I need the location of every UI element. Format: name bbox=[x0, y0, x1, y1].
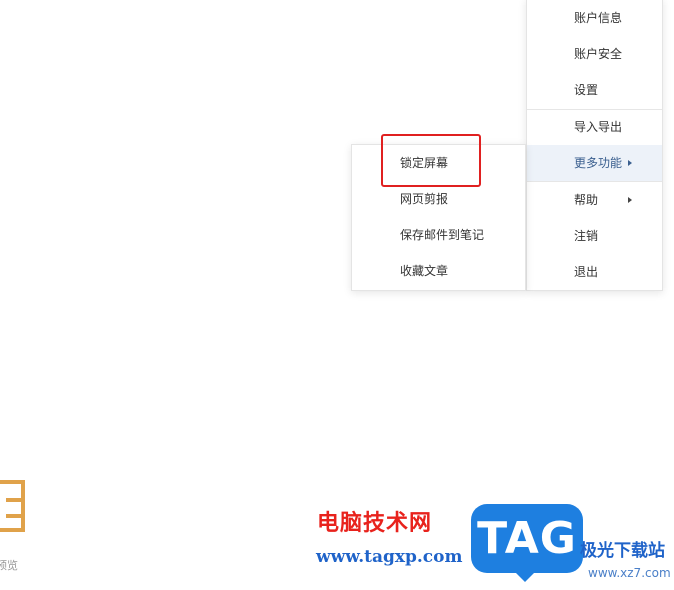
submenu-arrow-icon bbox=[628, 197, 632, 203]
watermark-download-domain: www.xz7.com bbox=[588, 566, 671, 580]
menu-item-label: 注销 bbox=[574, 229, 599, 243]
menu-item-label: 网页剪报 bbox=[400, 192, 449, 206]
menu-item-label: 账户信息 bbox=[574, 11, 623, 25]
menu-item-label: 帮助 bbox=[574, 193, 599, 207]
menu-item-label: 导入导出 bbox=[574, 120, 623, 134]
menu-item-label: 更多功能 bbox=[574, 156, 623, 170]
menu-item-label: 账户安全 bbox=[574, 47, 623, 61]
watermark-url: www.tagxp.com bbox=[316, 547, 463, 567]
menu-item-label: 设置 bbox=[574, 83, 599, 97]
menu-item-label: 保存邮件到笔记 bbox=[400, 228, 485, 242]
menu-item-exit[interactable]: 退出 bbox=[527, 254, 662, 290]
menu-item-more-features[interactable]: 更多功能 bbox=[527, 145, 662, 181]
app-logo-icon bbox=[0, 480, 25, 532]
watermark-tag-logo: TAG bbox=[471, 504, 583, 582]
submenu-item-save-mail-to-note[interactable]: 保存邮件到笔记 bbox=[352, 217, 525, 253]
menu-item-account-security[interactable]: 账户安全 bbox=[527, 36, 662, 72]
menu-item-label: 收藏文章 bbox=[400, 264, 449, 278]
watermark-site-name: 电脑技术网 bbox=[317, 511, 433, 536]
preview-label: 预览 bbox=[0, 559, 18, 572]
account-dropdown-menu: 账户信息 账户安全 设置 导入导出 更多功能 帮助 注销 退出 bbox=[526, 0, 663, 291]
menu-item-label: 退出 bbox=[574, 265, 599, 279]
menu-item-logout[interactable]: 注销 bbox=[527, 218, 662, 254]
submenu-item-favorite-articles[interactable]: 收藏文章 bbox=[352, 253, 525, 289]
menu-item-help[interactable]: 帮助 bbox=[527, 182, 662, 218]
submenu-arrow-icon bbox=[628, 160, 632, 166]
highlight-annotation-box bbox=[381, 134, 481, 187]
menu-item-import-export[interactable]: 导入导出 bbox=[527, 109, 662, 145]
menu-item-settings[interactable]: 设置 bbox=[527, 72, 662, 108]
watermark-download-site: 极光下载站 bbox=[580, 541, 665, 561]
menu-item-account-info[interactable]: 账户信息 bbox=[527, 0, 662, 36]
